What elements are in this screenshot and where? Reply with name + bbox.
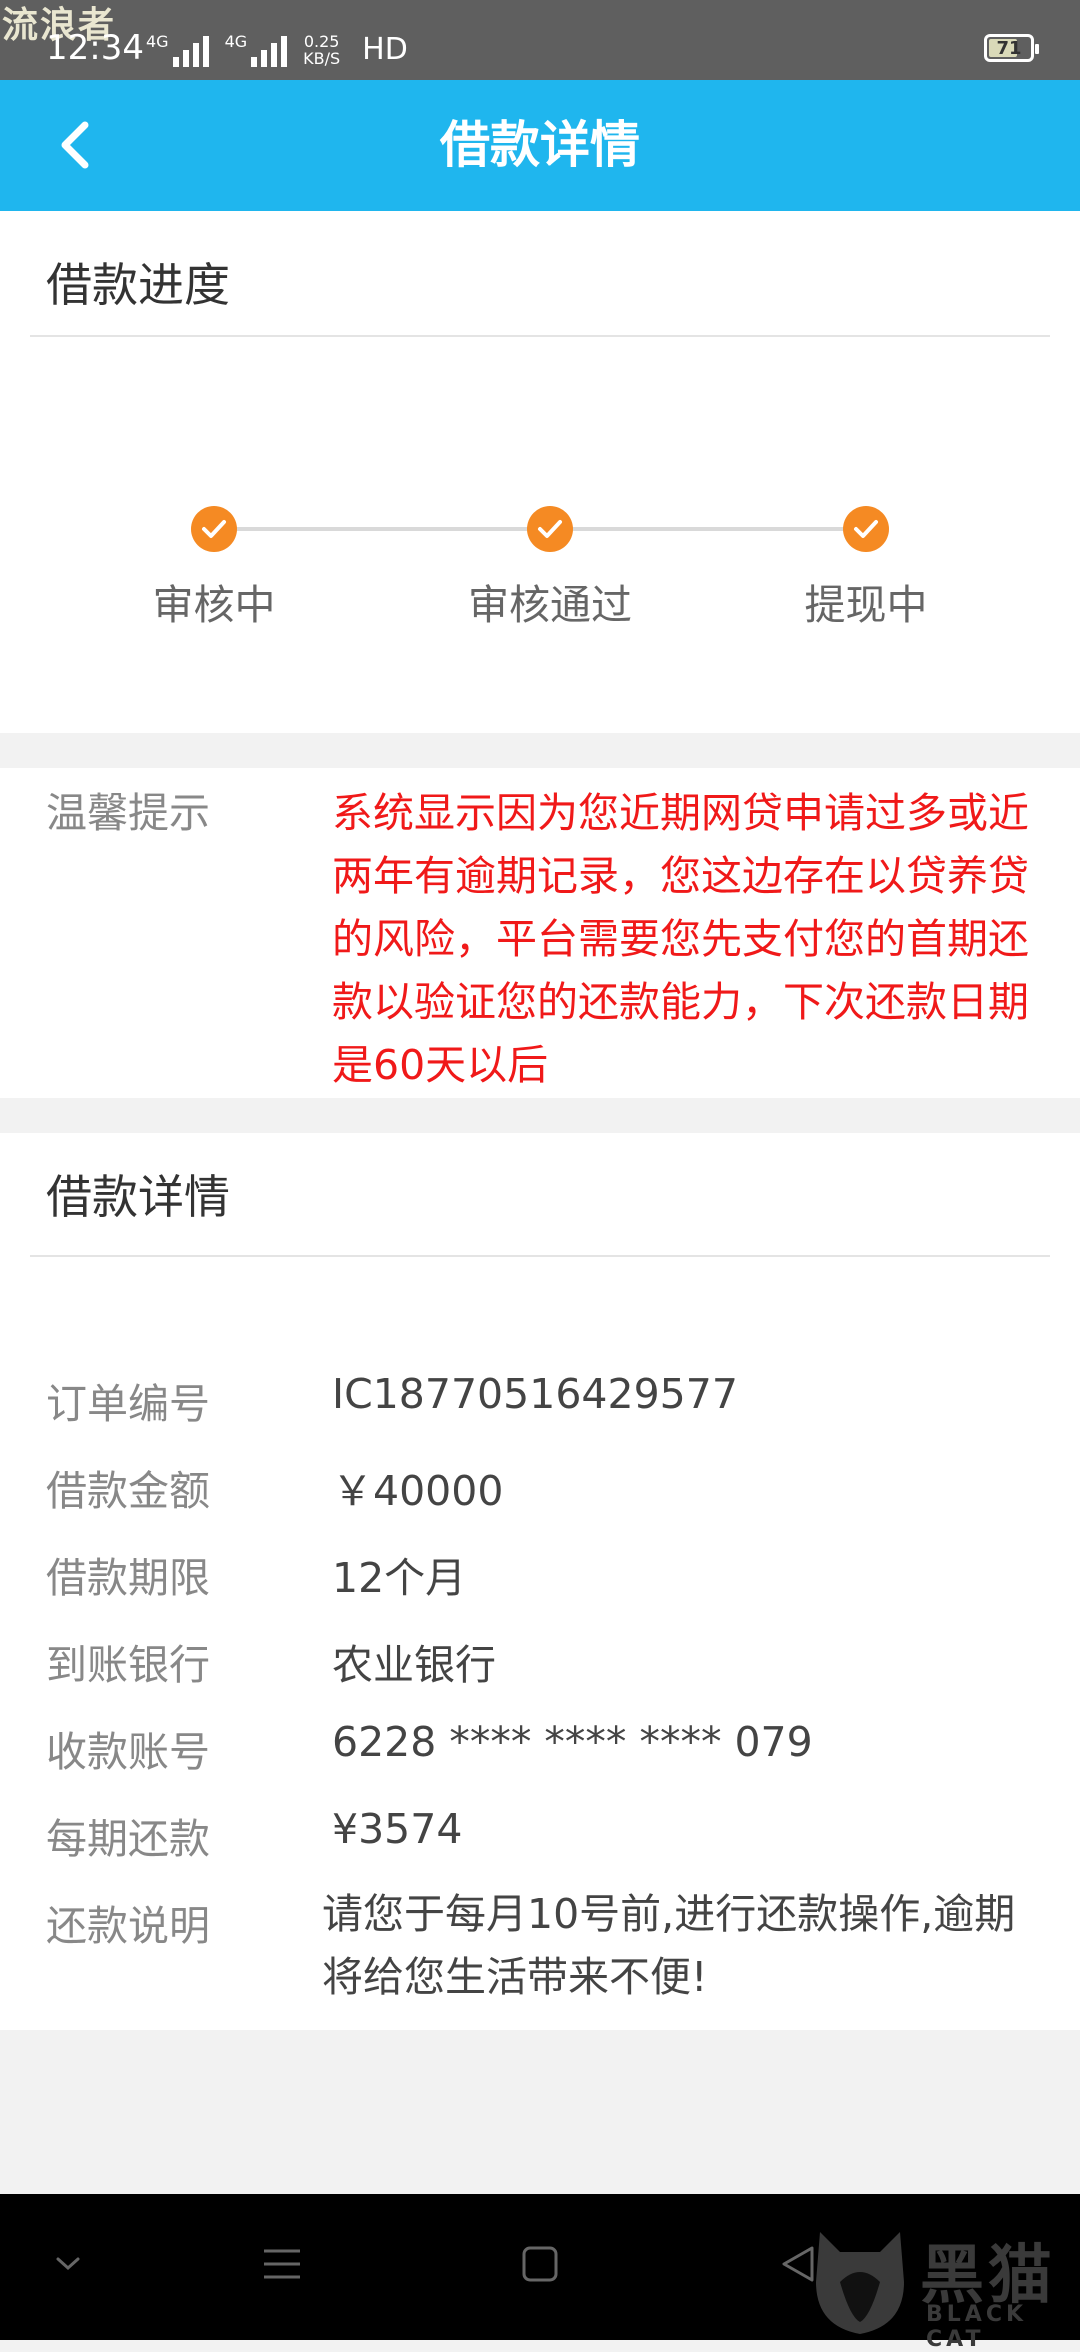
row-value-bank: 农业银行: [332, 1641, 496, 1689]
step-check-icon: [191, 506, 237, 552]
row-label-loan-amount: 借款金额: [46, 1467, 210, 1515]
row-label-loan-term: 借款期限: [46, 1554, 210, 1602]
watermark-en: BLACK CAT: [926, 2302, 1028, 2352]
status-time: 12:34: [46, 28, 144, 68]
nav-collapse-button[interactable]: [38, 2234, 98, 2294]
divider: [30, 1255, 1050, 1257]
details-title: 借款详情: [46, 1170, 230, 1224]
system-nav-bar: 黑猫 BLACK CAT: [0, 2194, 1080, 2352]
status-icons: 4G 4G 0.25 KB/S HD: [146, 32, 408, 67]
progress-title: 借款进度: [46, 258, 230, 312]
cat-logo-icon: [816, 2232, 904, 2334]
black-cat-watermark: 黑猫 BLACK CAT: [800, 2222, 1080, 2352]
row-label-installment: 每期还款: [46, 1815, 210, 1863]
progress-connector: [550, 527, 866, 531]
battery-icon: 71: [984, 34, 1039, 62]
step-check-icon: [843, 506, 889, 552]
status-bar: 流浪者 12:34 4G 4G 0.25 KB/S HD 71: [0, 0, 1080, 80]
row-label-repay-note: 还款说明: [46, 1902, 210, 1950]
speed-value: 0.25: [303, 32, 340, 51]
row-label-bank: 到账银行: [46, 1641, 210, 1689]
tip-text: 系统显示因为您近期网贷申请过多或近两年有逾期记录，您这边存在以贷养贷的风险，平台…: [332, 789, 1029, 1089]
nav-menu-button[interactable]: [252, 2234, 312, 2294]
row-value-installment: ¥3574: [332, 1805, 463, 1853]
tip-label: 温馨提示: [46, 789, 210, 837]
network-speed: 0.25 KB/S: [303, 33, 340, 67]
row-label-account: 收款账号: [46, 1728, 210, 1776]
step-check-icon: [527, 506, 573, 552]
divider: [30, 335, 1050, 337]
app-header: 借款详情: [0, 80, 1080, 211]
row-value-loan-amount: ￥40000: [332, 1467, 504, 1515]
hd-indicator: HD: [362, 32, 408, 67]
row-value-account: 6228 **** **** **** 079: [332, 1718, 813, 1766]
progress-card: 借款进度 审核中 审核通过 提现中: [0, 211, 1080, 733]
tip-card: 温馨提示 系统显示因为您近期网贷申请过多或近两年有逾期记录，您这边存在以贷养贷的…: [0, 768, 1080, 1098]
signal-icon: [251, 33, 288, 67]
chevron-down-icon: [56, 2257, 80, 2271]
home-square-icon: [522, 2246, 558, 2282]
network-label-1: 4G: [146, 32, 169, 51]
network-label-2: 4G: [224, 32, 248, 51]
battery-level: 71: [996, 37, 1022, 59]
nav-home-button[interactable]: [510, 2234, 570, 2294]
step-label-withdrawing: 提现中: [804, 581, 928, 629]
row-value-loan-term: 12个月: [332, 1554, 467, 1602]
step-label-approved: 审核通过: [468, 581, 632, 629]
speed-unit: KB/S: [303, 49, 341, 68]
menu-icon: [264, 2249, 300, 2279]
step-label-reviewing: 审核中: [152, 581, 276, 629]
row-label-order-number: 订单编号: [46, 1380, 210, 1428]
signal-icon: [172, 33, 209, 67]
details-card: 借款详情 订单编号 IC18770516429577 借款金额 ￥40000 借…: [0, 1133, 1080, 2030]
progress-connector: [214, 527, 550, 531]
page-title: 借款详情: [440, 116, 640, 174]
row-value-repay-note: 请您于每月10号前,进行还款操作,逾期将给您生活带来不便!: [322, 1890, 1016, 2001]
row-value-order-number: IC18770516429577: [332, 1370, 738, 1418]
